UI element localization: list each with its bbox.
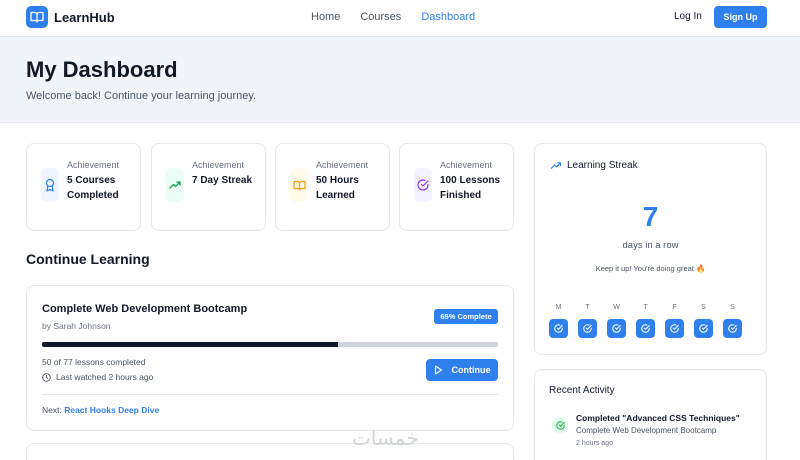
activity-item-time: 2 hours ago	[576, 440, 613, 447]
divider	[42, 394, 498, 395]
book-logo-icon	[26, 6, 48, 28]
nav-link-courses[interactable]: Courses	[360, 11, 401, 23]
check-circle-icon	[607, 319, 626, 338]
play-icon	[434, 365, 442, 375]
day-letter: W	[613, 304, 620, 311]
check-circle-icon	[694, 319, 713, 338]
recent-activity-title: Recent Activity	[549, 385, 615, 396]
last-watched-text: Last watched 2 hours ago	[56, 372, 154, 382]
day-letter: S	[730, 304, 735, 311]
achievement-value: 5 Courses Completed	[67, 175, 119, 201]
day-letter: T	[585, 304, 590, 311]
progress-bar	[42, 342, 498, 347]
day-monday: M	[549, 304, 568, 338]
achievement-label: Achievement	[67, 160, 120, 170]
course-title[interactable]: Complete Web Development Bootcamp	[42, 303, 247, 315]
trending-up-icon	[550, 162, 562, 169]
achievement-label: Achievement	[316, 160, 369, 170]
day-wednesday: W	[607, 304, 626, 338]
streak-days: M T W T F S S	[549, 304, 742, 338]
course-author: by Sarah Johnson	[42, 321, 111, 331]
activity-item-course: Complete Web Development Bootcamp	[576, 426, 717, 435]
check-circle-icon	[414, 168, 432, 202]
check-circle-icon	[723, 319, 742, 338]
learning-streak-card: Learning Streak 7 days in a row Keep it …	[534, 143, 767, 355]
achievement-label: Achievement	[440, 160, 493, 170]
page-subtitle: Welcome back! Continue your learning jou…	[26, 90, 257, 102]
day-letter: S	[701, 304, 706, 311]
brand-name: LearnHub	[54, 9, 115, 25]
course-card: Complete Web Development Bootcamp by Sar…	[26, 285, 514, 431]
achievement-card-hours: Achievement 50 Hours Learned	[275, 143, 390, 231]
top-navbar: LearnHub Home Courses Dashboard Log In S…	[0, 0, 800, 37]
signup-button[interactable]: Sign Up	[714, 6, 767, 28]
lessons-completed: 50 of 77 lessons completed	[42, 357, 146, 367]
course-card-next	[26, 443, 514, 460]
day-sunday: S	[723, 304, 742, 338]
streak-count: 7	[642, 201, 659, 232]
activity-item-title: Completed "Advanced CSS Techniques"	[576, 413, 740, 423]
next-lesson-link[interactable]: React Hooks Deep Dive	[64, 405, 159, 415]
continue-button-label: Continue	[451, 365, 491, 375]
nav-link-home[interactable]: Home	[311, 11, 340, 23]
page-header: My Dashboard Welcome back! Continue your…	[0, 37, 800, 123]
progress-fill	[42, 342, 339, 347]
next-label: Next:	[42, 405, 62, 415]
book-open-icon	[290, 168, 308, 202]
login-link[interactable]: Log In	[674, 11, 702, 22]
continue-button[interactable]: Continue	[426, 359, 498, 381]
check-circle-icon	[549, 319, 568, 338]
nav-link-dashboard[interactable]: Dashboard	[421, 11, 475, 23]
achievement-value: 50 Hours Learned	[316, 175, 359, 201]
day-tuesday: T	[578, 304, 597, 338]
achievement-value: 100 Lessons Finished	[440, 175, 501, 201]
day-friday: F	[665, 304, 684, 338]
check-circle-icon	[552, 417, 568, 433]
achievement-value: 7 Day Streak	[192, 175, 253, 186]
trending-up-icon	[166, 168, 184, 202]
day-saturday: S	[694, 304, 713, 338]
brand[interactable]: LearnHub	[26, 6, 115, 28]
achievement-card-courses: Achievement 5 Courses Completed	[26, 143, 141, 231]
streak-header: Learning Streak	[550, 160, 638, 171]
check-circle-icon	[578, 319, 597, 338]
nav-links: Home Courses Dashboard	[311, 11, 475, 23]
last-watched: Last watched 2 hours ago	[42, 372, 153, 382]
day-letter: M	[555, 304, 562, 311]
streak-title: Learning Streak	[567, 160, 638, 171]
recent-activity-card: Recent Activity Completed "Advanced CSS …	[534, 369, 767, 460]
day-letter: F	[672, 304, 677, 311]
watermark: خمسات	[352, 426, 419, 450]
next-lesson: Next: React Hooks Deep Dive	[42, 405, 159, 415]
streak-message: Keep it up! You're doing great 🔥	[595, 264, 706, 273]
achievement-label: Achievement	[192, 160, 245, 170]
achievement-card-lessons: Achievement 100 Lessons Finished	[399, 143, 514, 231]
day-thursday: T	[636, 304, 655, 338]
page-title: My Dashboard	[26, 57, 178, 82]
streak-unit: days in a row	[622, 240, 679, 251]
clock-icon	[42, 372, 51, 382]
check-circle-icon	[636, 319, 655, 338]
award-icon	[41, 168, 59, 202]
progress-badge: 65% Complete	[434, 309, 498, 324]
achievement-card-streak: Achievement 7 Day Streak	[151, 143, 266, 231]
day-letter: T	[643, 304, 648, 311]
check-circle-icon	[665, 319, 684, 338]
continue-learning-heading: Continue Learning	[26, 251, 150, 267]
